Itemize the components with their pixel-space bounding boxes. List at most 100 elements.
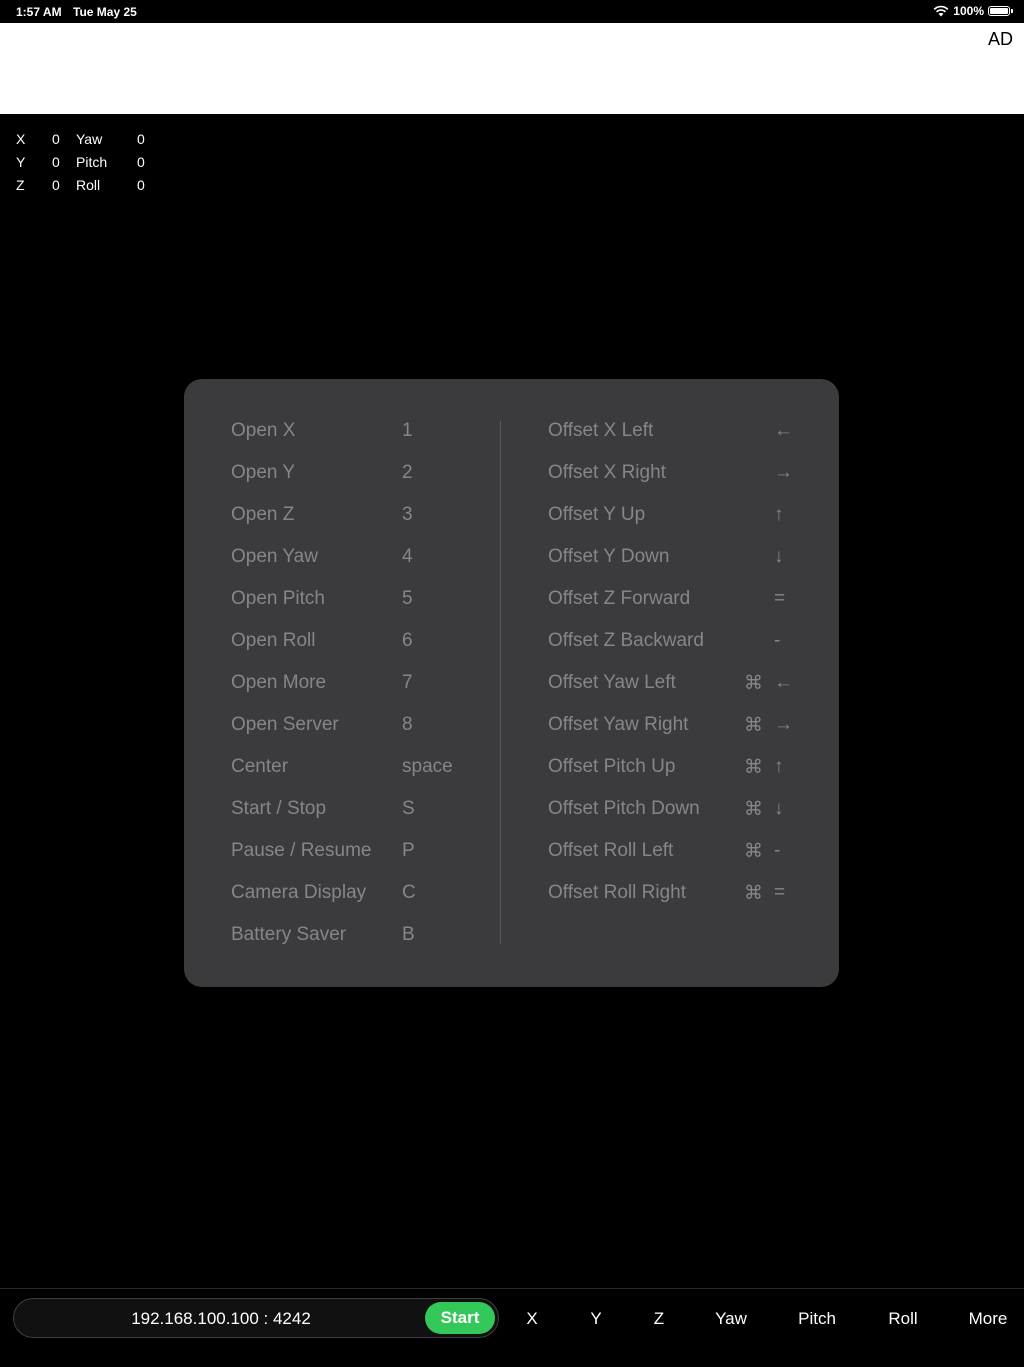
- shortcut-key: =: [774, 882, 786, 903]
- shortcut-label: Offset Y Down: [548, 546, 670, 567]
- shortcut-label: Battery Saver: [231, 924, 347, 945]
- readout-row-x: X 0 Yaw 0: [16, 129, 176, 152]
- shortcut-label: Offset Yaw Left: [548, 672, 676, 693]
- status-bar: 1:57 AM Tue May 25 100%: [0, 0, 1024, 23]
- shortcut-label: Open Roll: [231, 630, 316, 651]
- shortcut-row: Offset Y Down ↓: [548, 537, 798, 579]
- shortcut-label: Offset Z Forward: [548, 588, 691, 609]
- keyboard-shortcuts-panel: Open X 1 Open Y 2 Open Z 3 Open Yaw 4 Open P…: [184, 379, 839, 987]
- status-date: Tue May 25: [73, 5, 137, 19]
- server-address[interactable]: 192.168.100.100 : 4242: [14, 1309, 428, 1329]
- command-key-icon: ⌘: [744, 883, 763, 904]
- readout-axis-value: 0: [52, 131, 60, 147]
- shortcut-row: Start / Stop S: [231, 789, 491, 831]
- shortcut-label: Open X: [231, 420, 296, 441]
- shortcut-row: Open X 1: [231, 411, 491, 453]
- shortcut-label: Offset Y Up: [548, 504, 646, 525]
- position-readout: X 0 Yaw 0 Y 0 Pitch 0 Z 0 Roll 0: [16, 129, 176, 198]
- shortcut-label: Open Z: [231, 504, 295, 525]
- ad-banner[interactable]: AD: [0, 23, 1024, 114]
- shortcut-key: ↓: [774, 798, 784, 819]
- ad-label: AD: [987, 29, 1013, 49]
- readout-axis: X: [16, 131, 26, 147]
- server-address-field[interactable]: 192.168.100.100 : 4242 Start: [13, 1298, 499, 1338]
- readout-rotation-value: 0: [137, 177, 145, 193]
- shortcut-label: Offset Pitch Down: [548, 798, 700, 819]
- shortcut-key: 1: [402, 420, 413, 441]
- bottom-toolbar: 192.168.100.100 : 4242 Start X Y Z Yaw P…: [0, 1288, 1024, 1367]
- shortcut-label: Offset Roll Left: [548, 840, 674, 861]
- shortcut-key: P: [402, 840, 415, 861]
- shortcut-label: Open Y: [231, 462, 296, 483]
- shortcut-row: Offset X Left ←: [548, 411, 798, 453]
- shortcut-label: Offset Z Backward: [548, 630, 704, 651]
- readout-row-z: Z 0 Roll 0: [16, 175, 176, 198]
- shortcut-label: Camera Display: [231, 882, 367, 903]
- column-divider: [500, 421, 501, 944]
- shortcut-key: S: [402, 798, 415, 819]
- shortcut-key: 4: [402, 546, 413, 567]
- shortcut-key: -: [774, 840, 781, 861]
- shortcut-label: Open Yaw: [231, 546, 318, 567]
- shortcut-row: Pause / Resume P: [231, 831, 491, 873]
- shortcut-row: Open More 7: [231, 663, 491, 705]
- tab-z[interactable]: Z: [654, 1309, 664, 1329]
- shortcut-label: Pause / Resume: [231, 840, 372, 861]
- shortcut-key: ↑: [774, 504, 784, 525]
- battery-percent: 100%: [953, 4, 984, 18]
- shortcut-key: 3: [402, 504, 413, 525]
- shortcut-label: Offset Roll Right: [548, 882, 686, 903]
- readout-rotation: Yaw: [76, 131, 103, 147]
- shortcut-row: Open Yaw 4: [231, 537, 491, 579]
- battery-icon: [988, 6, 1013, 16]
- tab-x[interactable]: X: [526, 1309, 537, 1329]
- status-indicators: 100%: [933, 4, 1013, 18]
- shortcut-row: Open Roll 6: [231, 621, 491, 663]
- tab-pitch[interactable]: Pitch: [798, 1309, 836, 1329]
- shortcut-row: Offset Yaw Left ⌘ ←: [548, 663, 798, 705]
- shortcut-row: Offset Roll Left ⌘ -: [548, 831, 798, 873]
- tab-yaw[interactable]: Yaw: [715, 1309, 747, 1329]
- status-time: 1:57 AM: [16, 5, 62, 19]
- tab-y[interactable]: Y: [590, 1309, 601, 1329]
- readout-rotation: Roll: [76, 177, 101, 193]
- shortcut-label: Open Pitch: [231, 588, 325, 609]
- command-key-icon: ⌘: [744, 841, 763, 862]
- shortcut-label: Open More: [231, 672, 327, 693]
- command-key-icon: ⌘: [744, 757, 763, 778]
- shortcut-key: B: [402, 924, 415, 945]
- readout-rotation: Pitch: [76, 154, 108, 170]
- tab-more[interactable]: More: [969, 1309, 1008, 1329]
- shortcut-row: Offset Roll Right ⌘ =: [548, 873, 798, 915]
- shortcut-row: Open Z 3: [231, 495, 491, 537]
- shortcut-key: ↑: [774, 756, 784, 777]
- shortcut-row: Open Server 8: [231, 705, 491, 747]
- shortcut-label: Offset Pitch Up: [548, 756, 676, 777]
- shortcut-label: Offset X Left: [548, 420, 654, 441]
- shortcut-row: Center space: [231, 747, 491, 789]
- readout-axis-value: 0: [52, 177, 60, 193]
- start-button[interactable]: Start: [425, 1302, 495, 1334]
- shortcut-label: Offset X Right: [548, 462, 666, 483]
- shortcut-label: Offset Yaw Right: [548, 714, 689, 735]
- shortcut-row: Offset Yaw Right ⌘ →: [548, 705, 798, 747]
- readout-axis: Z: [16, 177, 25, 193]
- shortcut-key: →: [774, 714, 793, 735]
- shortcut-row: Open Y 2: [231, 453, 491, 495]
- shortcut-key: ←: [774, 420, 793, 441]
- shortcuts-right-column: Offset X Left ← Offset X Right → Offset Y …: [548, 411, 798, 915]
- shortcut-key: 5: [402, 588, 413, 609]
- shortcut-key: =: [774, 588, 786, 609]
- shortcut-key: ↓: [774, 546, 784, 567]
- shortcut-row: Camera Display C: [231, 873, 491, 915]
- shortcut-row: Offset Y Up ↑: [548, 495, 798, 537]
- shortcut-row: Offset Pitch Up ⌘ ↑: [548, 747, 798, 789]
- readout-row-y: Y 0 Pitch 0: [16, 152, 176, 175]
- shortcuts-left-column: Open X 1 Open Y 2 Open Z 3 Open Yaw 4 Open P…: [231, 411, 491, 957]
- shortcut-row: Offset X Right →: [548, 453, 798, 495]
- shortcut-row: Offset Pitch Down ⌘ ↓: [548, 789, 798, 831]
- shortcut-row: Open Pitch 5: [231, 579, 491, 621]
- tab-roll[interactable]: Roll: [888, 1309, 917, 1329]
- shortcut-key: -: [774, 630, 781, 651]
- shortcut-key: 6: [402, 630, 413, 651]
